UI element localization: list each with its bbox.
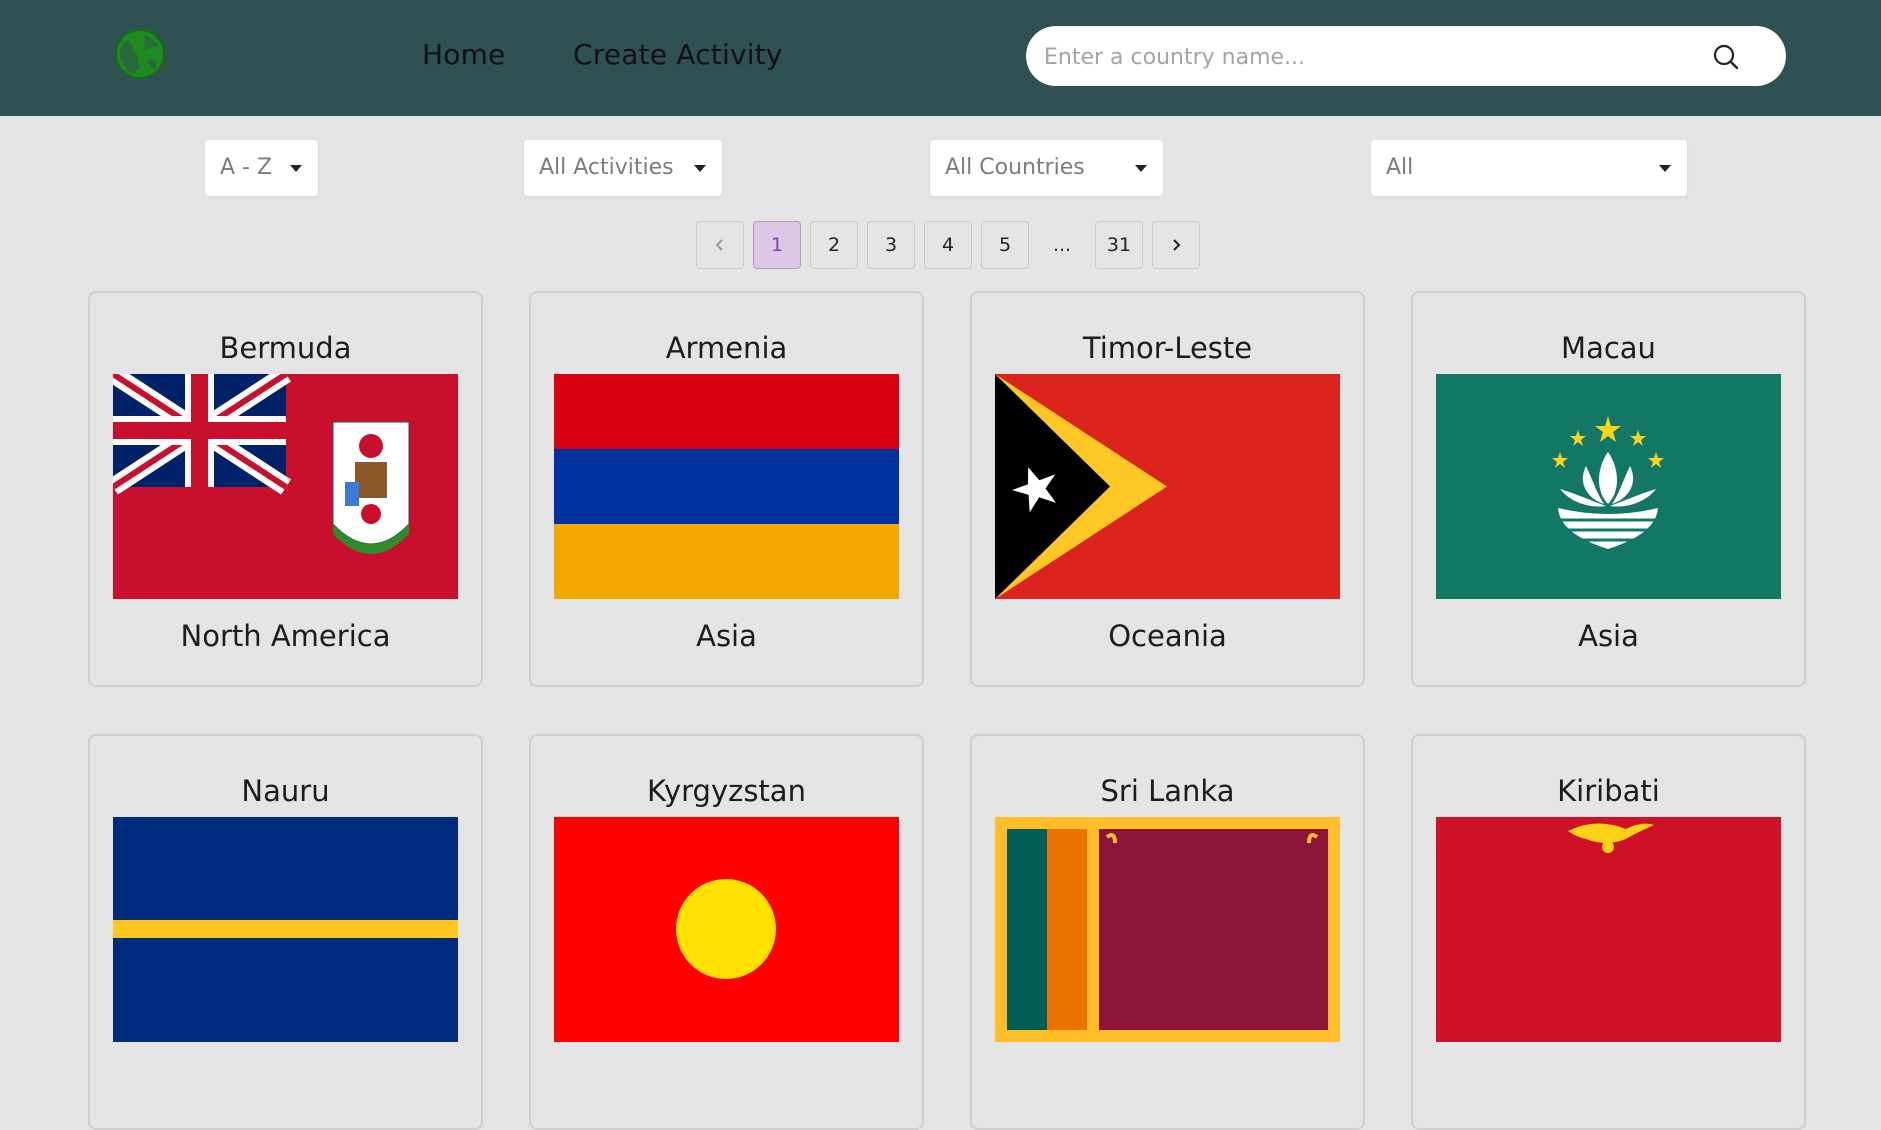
country-card[interactable]: Bermuda North America <box>88 291 483 687</box>
country-continent: Asia <box>1578 619 1639 653</box>
globe-icon[interactable] <box>114 28 166 80</box>
countries-filter-select[interactable]: All Countries <box>930 140 1163 196</box>
chevron-right-icon <box>1173 239 1181 251</box>
country-flag <box>1436 374 1781 599</box>
country-card[interactable]: Nauru <box>88 734 483 1130</box>
pagination-page-last[interactable]: 31 <box>1095 221 1143 269</box>
caret-down-icon <box>1135 165 1147 172</box>
chevron-left-icon <box>715 239 723 251</box>
top-navbar: Home Create Activity <box>0 0 1881 116</box>
sort-order-value: A - Z <box>220 155 273 180</box>
country-continent: Oceania <box>1108 619 1227 653</box>
search-bar <box>1026 26 1786 86</box>
sort-order-select[interactable]: A - Z <box>205 140 318 196</box>
country-continent: North America <box>180 619 391 653</box>
search-icon[interactable] <box>1712 43 1740 71</box>
activity-filter-select[interactable]: All Activities <box>524 140 722 196</box>
pagination-ellipsis: ... <box>1052 234 1072 256</box>
country-name: Macau <box>1561 331 1656 365</box>
country-card[interactable]: Macau Asia <box>1411 291 1806 687</box>
pagination-page-4[interactable]: 4 <box>924 221 972 269</box>
country-name: Kiribati <box>1557 774 1660 808</box>
nav-create-activity-link[interactable]: Create Activity <box>573 38 783 71</box>
pagination-page-5[interactable]: 5 <box>981 221 1029 269</box>
country-name: Timor-Leste <box>1082 331 1253 365</box>
caret-down-icon <box>1659 165 1671 172</box>
country-continent: Asia <box>696 619 757 653</box>
country-name: Kyrgyzstan <box>647 774 806 808</box>
country-flag <box>554 374 899 599</box>
pagination-prev-button[interactable] <box>696 221 744 269</box>
country-card[interactable]: Timor-Leste Oceania <box>970 291 1365 687</box>
country-flag <box>995 817 1340 1042</box>
pagination-next-button[interactable] <box>1152 221 1200 269</box>
caret-down-icon <box>694 165 706 172</box>
country-card[interactable]: Kyrgyzstan <box>529 734 924 1130</box>
country-flag <box>1436 817 1781 1042</box>
activity-filter-value: All Activities <box>539 155 674 180</box>
country-name: Armenia <box>665 331 788 365</box>
country-name: Nauru <box>241 774 330 808</box>
nav-home-link[interactable]: Home <box>422 38 506 71</box>
country-flag <box>113 817 458 1042</box>
search-input[interactable] <box>1042 36 1706 78</box>
pagination-page-3[interactable]: 3 <box>867 221 915 269</box>
country-name: Sri Lanka <box>1100 774 1235 808</box>
continent-filter-select[interactable]: All <box>1371 140 1687 196</box>
caret-down-icon <box>290 165 302 172</box>
pagination-page-1[interactable]: 1 <box>753 221 801 269</box>
countries-filter-value: All Countries <box>945 155 1085 180</box>
country-card[interactable]: Armenia Asia <box>529 291 924 687</box>
pagination-page-2[interactable]: 2 <box>810 221 858 269</box>
country-card[interactable]: Kiribati <box>1411 734 1806 1130</box>
country-card[interactable]: Sri Lanka <box>970 734 1365 1130</box>
continent-filter-value: All <box>1386 155 1414 180</box>
country-flag <box>554 817 899 1042</box>
country-flag <box>113 374 458 599</box>
country-name: Bermuda <box>219 331 352 365</box>
country-flag <box>995 374 1340 599</box>
